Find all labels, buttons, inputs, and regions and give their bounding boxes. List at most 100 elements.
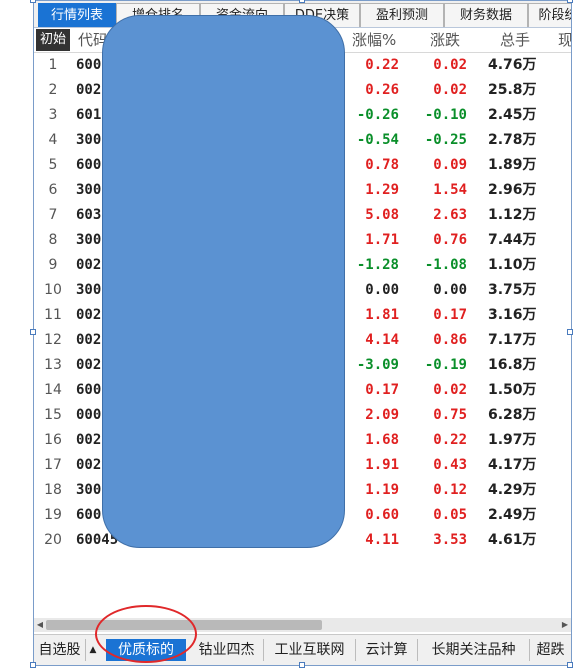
- stock-code: 002: [76, 82, 102, 98]
- change-value: 1.54: [433, 182, 467, 198]
- resize-handle[interactable]: [299, 0, 305, 3]
- row-index: 5: [48, 157, 58, 173]
- change-value: 2.63: [433, 207, 467, 223]
- init-sort-button[interactable]: 初始: [36, 29, 70, 51]
- resize-handle[interactable]: [567, 329, 573, 335]
- row-index: 6: [48, 182, 58, 198]
- row-index: 13: [44, 357, 62, 373]
- stock-code: 600: [76, 157, 102, 173]
- change-value: 0.22: [433, 432, 467, 448]
- row-index: 12: [44, 332, 62, 348]
- header-volume[interactable]: 总手: [500, 28, 530, 52]
- row-index: 4: [48, 132, 58, 148]
- change-value: 0.02: [433, 382, 467, 398]
- resize-handle[interactable]: [567, 662, 573, 668]
- change-value: 0.43: [433, 457, 467, 473]
- volume: 7.44万: [488, 232, 537, 248]
- stock-code: 600: [76, 57, 102, 73]
- bottom-tab-oversold[interactable]: 超跌: [530, 639, 571, 661]
- highlight-circle-annotation: [95, 605, 197, 663]
- header-change[interactable]: 涨跌: [430, 28, 460, 52]
- scroll-left-icon[interactable]: ◀: [34, 618, 46, 632]
- change-value: 0.86: [433, 332, 467, 348]
- change-value: 0.00: [433, 282, 467, 298]
- row-index: 15: [44, 407, 62, 423]
- stock-code: 300: [76, 482, 102, 498]
- tab-financial-data[interactable]: 财务数据: [444, 3, 528, 27]
- redaction-mask: [102, 15, 345, 548]
- stock-code: 300: [76, 282, 102, 298]
- change-value: 0.02: [433, 57, 467, 73]
- volume: 4.76万: [488, 57, 537, 73]
- change-value: 0.17: [433, 307, 467, 323]
- tab-profit-forecast[interactable]: 盈利预测: [360, 3, 444, 27]
- change-value: 0.09: [433, 157, 467, 173]
- volume: 3.16万: [488, 307, 537, 323]
- bottom-tab-cobalt[interactable]: 钴业四杰: [190, 639, 264, 661]
- header-current[interactable]: 现: [558, 28, 571, 52]
- row-index: 8: [48, 232, 58, 248]
- row-index: 18: [44, 482, 62, 498]
- row-index: 9: [48, 257, 58, 273]
- row-index: 2: [48, 82, 58, 98]
- stock-code: 002: [76, 332, 102, 348]
- change-value: 0.75: [433, 407, 467, 423]
- stock-code: 600: [76, 507, 102, 523]
- resize-handle[interactable]: [299, 662, 305, 668]
- volume: 25.8万: [488, 82, 537, 98]
- row-index: 1: [48, 57, 58, 73]
- stock-code: 002: [76, 457, 102, 473]
- resize-handle[interactable]: [567, 0, 573, 3]
- tab-market-list[interactable]: 行情列表: [38, 3, 116, 27]
- stock-code: 002: [76, 432, 102, 448]
- bottom-tab-industrial-internet[interactable]: 工业互联网: [264, 639, 356, 661]
- row-index: 7: [48, 207, 58, 223]
- volume: 2.45万: [488, 107, 537, 123]
- row-index: 14: [44, 382, 62, 398]
- change-value: 0.12: [433, 482, 467, 498]
- row-index: 16: [44, 432, 62, 448]
- stock-code: 002: [76, 357, 102, 373]
- row-index: 19: [44, 507, 62, 523]
- volume: 16.8万: [488, 357, 537, 373]
- stock-code: 300: [76, 182, 102, 198]
- bottom-tab-cloud[interactable]: 云计算: [356, 639, 418, 661]
- change-value: -1.08: [424, 257, 467, 273]
- change-value: 0.76: [433, 232, 467, 248]
- volume: 7.17万: [488, 332, 537, 348]
- volume: 1.89万: [488, 157, 537, 173]
- header-change-pct[interactable]: 涨幅%: [352, 28, 396, 52]
- change-value: 0.02: [433, 82, 467, 98]
- resize-handle[interactable]: [30, 0, 36, 3]
- resize-handle[interactable]: [30, 329, 36, 335]
- volume: 3.75万: [488, 282, 537, 298]
- row-index: 10: [44, 282, 62, 298]
- change-value: -0.19: [424, 357, 467, 373]
- bottom-tab-watchlist[interactable]: 自选股: [34, 639, 86, 661]
- tab-stage-stats[interactable]: 阶段统: [528, 3, 571, 27]
- row-index: 3: [48, 107, 58, 123]
- volume: 4.17万: [488, 457, 537, 473]
- stock-code: 601: [76, 107, 102, 123]
- volume: 1.12万: [488, 207, 537, 223]
- volume: 6.28万: [488, 407, 537, 423]
- volume: 1.10万: [488, 257, 537, 273]
- row-index: 11: [44, 307, 62, 323]
- resize-handle[interactable]: [30, 662, 36, 668]
- change-value: 3.53: [433, 532, 467, 548]
- volume: 4.29万: [488, 482, 537, 498]
- bottom-tab-long-term[interactable]: 长期关注品种: [418, 639, 530, 661]
- stock-list-window: 行情列表 增仓排名 资金流向 DDE决策 盈利预测 财务数据 阶段统 初始 代码…: [33, 0, 572, 666]
- stock-code: 300: [76, 232, 102, 248]
- stock-code: 002: [76, 307, 102, 323]
- change-value: -0.10: [424, 107, 467, 123]
- volume: 1.50万: [488, 382, 537, 398]
- volume: 2.49万: [488, 507, 537, 523]
- volume: 1.97万: [488, 432, 537, 448]
- change-value: -0.25: [424, 132, 467, 148]
- row-index: 20: [44, 532, 62, 548]
- row-index: 17: [44, 457, 62, 473]
- scroll-right-icon[interactable]: ▶: [559, 618, 571, 632]
- stock-code: 000: [76, 407, 102, 423]
- stock-code: 300: [76, 132, 102, 148]
